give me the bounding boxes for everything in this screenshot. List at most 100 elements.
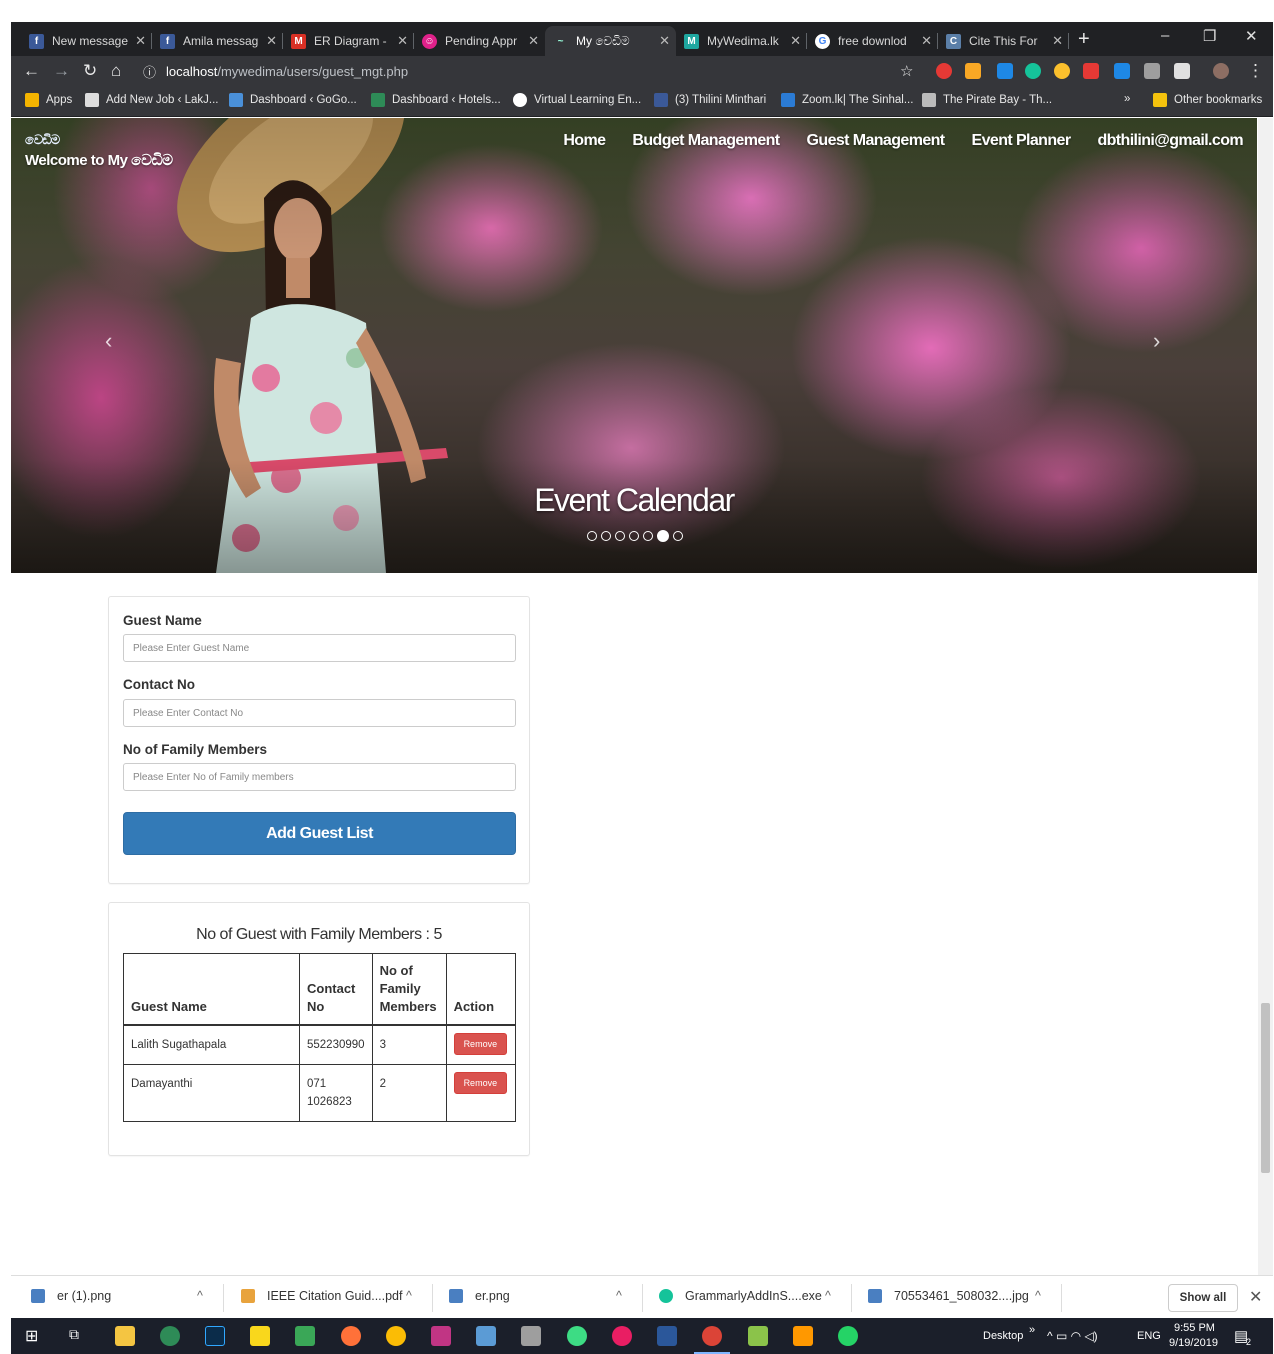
close-icon[interactable]: ✕ [135,33,146,49]
desktop-toolbar[interactable]: Desktop [983,1330,1023,1342]
close-icon[interactable]: ✕ [790,33,801,49]
bookmark-item[interactable]: Add New Job ‹ LakJ... [85,93,219,107]
extension-icon[interactable] [1083,63,1099,79]
chevron-up-icon[interactable]: ^ [1035,1289,1041,1303]
menu-icon[interactable]: ⋮ [1247,61,1264,81]
bookmark-item[interactable]: (3) Thilini Minthari [654,93,766,107]
download-item[interactable]: IEEE Citation Guid....pdf [241,1289,403,1303]
download-item[interactable]: 70553461_508032....jpg [868,1289,1029,1303]
tray-icons[interactable]: ^ ▭ ◠ ◁) [1047,1329,1098,1343]
minimize-icon[interactable]: – [1161,27,1169,44]
nav-event-planner[interactable]: Event Planner [972,132,1072,150]
reload-icon[interactable]: ↻ [83,61,97,81]
app-icon[interactable] [295,1326,315,1346]
page-scrollbar[interactable] [1258,118,1273,1275]
clock-date[interactable]: 9/19/2019 [1169,1337,1218,1349]
clock-time[interactable]: 9:55 PM [1174,1322,1215,1334]
download-item[interactable]: er.png [449,1289,510,1303]
close-icon[interactable]: ✕ [1052,33,1063,49]
carousel-dot[interactable] [673,531,683,541]
chevron-up-icon[interactable]: ^ [197,1289,203,1303]
info-icon[interactable]: ⓘ [143,62,156,81]
toolbar-expand-icon[interactable]: » [1029,1324,1035,1336]
bookmark-item[interactable]: Dashboard ‹ GoGo... [229,93,357,107]
close-downloads-icon[interactable]: ✕ [1249,1287,1262,1307]
close-icon[interactable]: ✕ [921,33,932,49]
bookmark-item[interactable]: Virtual Learning En... [513,93,641,107]
word-icon[interactable] [657,1326,677,1346]
extension-icon[interactable] [965,63,981,79]
chevron-up-icon[interactable]: ^ [406,1289,412,1303]
carousel-dot[interactable] [587,531,597,541]
extension-icon[interactable] [1144,63,1160,79]
chrome-icon[interactable] [386,1326,406,1346]
bookmark-item[interactable]: The Pirate Bay - Th... [922,93,1052,107]
add-guest-list-button[interactable]: Add Guest List [123,812,516,855]
app-icon[interactable] [793,1326,813,1346]
android-studio-icon[interactable] [567,1326,587,1346]
browser-tab[interactable]: f New message ✕ [21,26,152,56]
show-all-button[interactable]: Show all [1168,1284,1238,1312]
forward-icon[interactable]: → [53,61,70,81]
close-icon[interactable]: ✕ [397,33,408,49]
bookmark-apps[interactable]: Apps [25,93,72,107]
app-icon[interactable] [431,1326,451,1346]
file-explorer-icon[interactable] [115,1326,135,1346]
remove-button[interactable]: Remove [453,1033,508,1055]
site-brand[interactable]: වෙඩිම Welcome to My වෙඩිම [25,132,173,169]
restore-icon[interactable]: ❐ [1203,27,1216,45]
download-item[interactable]: GrammarlyAddInS....exe [659,1289,822,1303]
extension-icon[interactable] [1174,63,1190,79]
new-tab-icon[interactable]: + [1078,28,1090,51]
extension-icon[interactable] [1054,63,1070,79]
app-icon[interactable] [160,1326,180,1346]
download-icon[interactable] [1114,63,1130,79]
task-view-icon[interactable]: ⧉ [69,1326,89,1346]
carousel-dot[interactable] [615,531,625,541]
carousel-dot-active[interactable] [657,530,669,542]
chevron-up-icon[interactable]: ^ [825,1289,831,1303]
carousel-next-icon[interactable]: › [1153,328,1160,354]
more-bookmarks-icon[interactable]: » [1124,93,1130,105]
remove-button[interactable]: Remove [453,1072,508,1094]
profile-avatar[interactable] [1213,63,1229,79]
browser-tab[interactable]: G free downlod ✕ [807,26,938,56]
home-icon[interactable]: ⌂ [111,61,121,81]
guest-name-input[interactable] [123,634,516,662]
other-bookmarks[interactable]: Other bookmarks [1153,93,1262,107]
nav-guest-management[interactable]: Guest Management [807,132,946,150]
close-icon[interactable]: ✕ [266,33,277,49]
chrome-icon[interactable] [702,1326,722,1346]
browser-tab[interactable]: f Amila messag ✕ [152,26,283,56]
url-field[interactable]: ⓘ localhost /mywedima/users/guest_mgt.ph… [143,59,903,83]
contact-no-input[interactable] [123,699,516,727]
language-indicator[interactable]: ENG [1137,1330,1161,1342]
extension-icon[interactable] [936,63,952,79]
carousel-dot[interactable] [629,531,639,541]
bookmark-item[interactable]: Dashboard ‹ Hotels... [371,93,501,107]
sticky-notes-icon[interactable] [250,1326,270,1346]
scrollbar-thumb[interactable] [1261,1003,1270,1173]
app-icon[interactable] [521,1326,541,1346]
whatsapp-icon[interactable] [838,1326,858,1346]
notepad-icon[interactable] [748,1326,768,1346]
photoshop-icon[interactable] [205,1326,225,1346]
browser-tab[interactable]: M ER Diagram - ✕ [283,26,414,56]
app-icon[interactable] [612,1326,632,1346]
carousel-dot[interactable] [643,531,653,541]
nav-home[interactable]: Home [563,132,606,150]
bookmark-star-icon[interactable]: ☆ [900,62,913,80]
browser-tab-active[interactable]: ~ My වෙඩිම ✕ [545,26,676,56]
download-item[interactable]: er (1).png [31,1289,111,1303]
browser-tab[interactable]: ☺ Pending Appr ✕ [414,26,545,56]
carousel-prev-icon[interactable]: ‹ [105,328,112,354]
close-icon[interactable]: ✕ [528,33,539,49]
firefox-icon[interactable] [341,1326,361,1346]
nav-budget-management[interactable]: Budget Management [632,132,780,150]
browser-tab[interactable]: C Cite This For ✕ [938,26,1069,56]
family-members-input[interactable] [123,763,516,791]
app-icon[interactable] [476,1326,496,1346]
nav-user-email[interactable]: dbthilini@gmail.com [1097,132,1243,150]
chevron-up-icon[interactable]: ^ [616,1289,622,1303]
grammarly-icon[interactable] [1025,63,1041,79]
